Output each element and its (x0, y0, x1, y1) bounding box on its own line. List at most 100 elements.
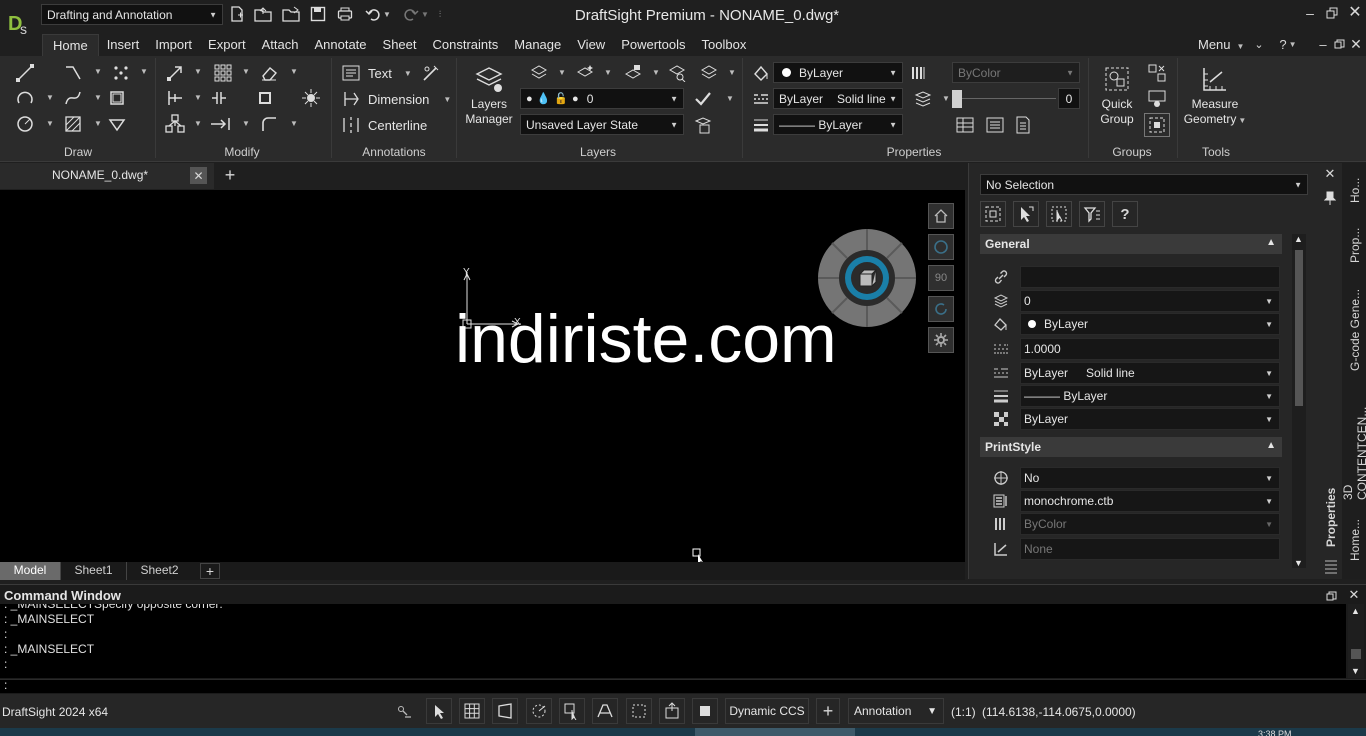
properties-list-icon[interactable] (984, 114, 1006, 136)
quick-group-button[interactable]: Quick Group (1094, 64, 1140, 140)
minimize-window-icon[interactable]: – (1302, 5, 1318, 21)
command-window-restore-icon[interactable] (1324, 589, 1338, 603)
pattern-icon[interactable] (212, 62, 234, 84)
lineweight-field[interactable]: ——— ByLayer ▼ (1020, 385, 1280, 407)
line-icon[interactable] (14, 62, 36, 84)
tab-home[interactable]: Home (42, 34, 99, 56)
polygon-icon[interactable] (106, 87, 128, 109)
menu-button[interactable]: Menu ▼ (1198, 37, 1244, 52)
text-style-icon[interactable] (420, 62, 442, 84)
sheet-tab-sheet2[interactable]: Sheet2 (126, 562, 192, 580)
scroll-thumb[interactable] (1295, 250, 1303, 406)
redo-icon[interactable]: ▼ (402, 5, 430, 23)
spline-icon[interactable] (62, 87, 84, 109)
doc-close-icon[interactable]: ✕ (1349, 36, 1363, 52)
centerline-button[interactable]: Centerline (342, 115, 452, 135)
match-properties-icon[interactable] (750, 62, 772, 84)
quick-select-icon[interactable] (980, 201, 1006, 227)
restore-window-icon[interactable] (1324, 5, 1340, 21)
transparency-field[interactable]: ByLayer ▼ (1020, 408, 1280, 430)
transparency-slider[interactable] (952, 90, 1056, 108)
properties-scrollbar[interactable]: ▲ ▼ (1292, 234, 1306, 568)
dimension-button[interactable]: Dimension ▼ (342, 89, 452, 109)
layers-manager-button[interactable]: Layers Manager (462, 64, 516, 140)
chevron-down-icon[interactable]: ▼ (942, 94, 950, 103)
tab-sheet[interactable]: Sheet (375, 34, 425, 56)
linetype-scale-field[interactable]: 1.0000 (1020, 338, 1280, 360)
chevron-down-icon[interactable]: ▼ (728, 68, 736, 77)
chevron-down-icon[interactable]: ▼ (242, 67, 250, 76)
document-tab[interactable]: NONAME_0.dwg* ✕ (0, 163, 214, 189)
transparency-dropdown[interactable]: ByColor ▼ (952, 62, 1080, 83)
chevron-down-icon[interactable]: ▼ (94, 119, 102, 128)
print-enabled-field[interactable]: No ▼ (1020, 467, 1280, 489)
side-tab-properties-active[interactable]: Properties (1320, 480, 1342, 554)
chevron-down-icon[interactable]: ▼ (652, 68, 660, 77)
taskbar-active-app[interactable] (695, 728, 855, 736)
tab-view[interactable]: View (569, 34, 613, 56)
ribbon-collapse-icon[interactable]: ⌄ (1252, 37, 1266, 51)
layer-state-manager-icon[interactable] (692, 114, 714, 136)
polar-toggle-icon[interactable] (526, 698, 552, 724)
chevron-down-icon[interactable]: ▼ (94, 67, 102, 76)
tab-manage[interactable]: Manage (506, 34, 569, 56)
point-icon[interactable] (110, 62, 132, 84)
chevron-down-icon[interactable]: ▼ (94, 93, 102, 102)
tab-insert[interactable]: Insert (99, 34, 148, 56)
properties-table-icon[interactable] (954, 114, 976, 136)
panel-close-icon[interactable]: ✕ (1322, 166, 1338, 182)
snap-toggle-icon[interactable] (426, 698, 452, 724)
side-tab-home-2[interactable]: Home... (1344, 510, 1366, 570)
text-button[interactable]: Text ▼ (342, 63, 422, 83)
save-icon[interactable] (309, 5, 327, 23)
close-window-icon[interactable]: ✕ (1347, 4, 1363, 21)
add-sheet-icon[interactable]: + (200, 563, 220, 579)
scroll-up-icon[interactable]: ▲ (1294, 234, 1303, 244)
annotation-scale-dropdown[interactable]: Annotation ▼ (848, 698, 944, 724)
explode-icon[interactable] (254, 87, 276, 109)
chevron-down-icon[interactable]: ▼ (140, 67, 148, 76)
command-input[interactable]: : (0, 678, 1366, 693)
linetype-dropdown[interactable]: ByLayer Solid line ▼ (773, 88, 903, 109)
print-table-field[interactable]: monochrome.ctb ▼ (1020, 490, 1280, 512)
slider-thumb[interactable] (952, 90, 962, 108)
dynamic-ccs-button[interactable]: Dynamic CCS (725, 698, 809, 724)
workspace-dropdown[interactable]: Drafting and Annotation ▼ (41, 4, 223, 25)
print-icon[interactable] (336, 5, 354, 23)
doc-restore-icon[interactable] (1332, 37, 1346, 51)
circle-icon[interactable] (14, 113, 36, 135)
view-cube[interactable] (817, 228, 917, 328)
sheet-tab-sheet1[interactable]: Sheet1 (60, 562, 126, 580)
measure-geometry-button[interactable]: Measure Geometry ▼ (1182, 64, 1248, 140)
group-manager-icon[interactable] (1146, 88, 1168, 110)
toggle-pickadd-icon[interactable] (1046, 201, 1072, 227)
etrack-toggle-icon[interactable] (592, 698, 618, 724)
selection-preview-icon[interactable] (626, 698, 652, 724)
layer-field[interactable]: 0 ▼ (1020, 290, 1280, 312)
print-style-field[interactable]: ByColor ▼ (1020, 513, 1280, 535)
filter-icon[interactable] (1079, 201, 1105, 227)
ungroup-icon[interactable] (1146, 62, 1168, 84)
arc-icon[interactable] (14, 87, 36, 109)
quick-input-icon[interactable] (659, 698, 685, 724)
print-style-icon[interactable] (908, 62, 930, 84)
printstyle-section-header[interactable]: PrintStyle ▲ (980, 437, 1282, 457)
tab-export[interactable]: Export (200, 34, 254, 56)
eraser-icon[interactable] (258, 62, 280, 84)
chevron-down-icon[interactable]: ▼ (558, 68, 566, 77)
doc-minimize-icon[interactable]: – (1316, 36, 1330, 52)
side-tab-gcode[interactable]: G-code Gene... (1344, 280, 1366, 380)
add-status-icon[interactable]: + (816, 698, 840, 724)
general-section-header[interactable]: General ▲ (980, 234, 1282, 254)
selection-dropdown[interactable]: No Selection ▼ (980, 174, 1308, 195)
tab-annotate[interactable]: Annotate (306, 34, 374, 56)
linetype-field[interactable]: ByLayer Solid line ▼ (1020, 362, 1280, 384)
break-icon[interactable] (208, 87, 230, 109)
extend-icon[interactable] (210, 113, 232, 135)
color-dropdown[interactable]: ByLayer ▼ (773, 62, 903, 83)
open-folder-icon[interactable] (282, 5, 300, 23)
group-select-icon[interactable] (1144, 113, 1170, 137)
layer-walk-icon[interactable] (666, 62, 688, 84)
tab-import[interactable]: Import (147, 34, 200, 56)
linetype-icon[interactable] (750, 88, 772, 110)
